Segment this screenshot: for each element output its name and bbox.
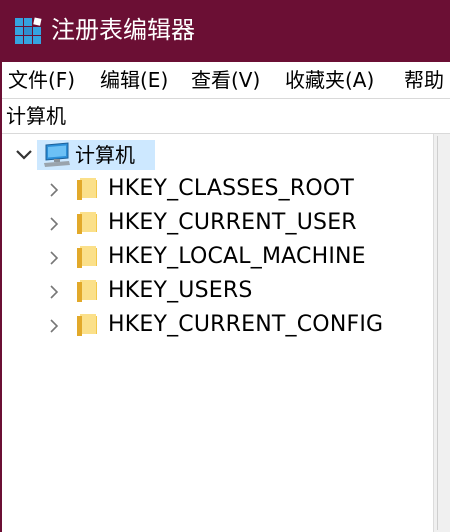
tree-item-label: HKEY_CURRENT_CONFIG bbox=[108, 312, 384, 337]
menu-favorites[interactable]: 收藏夹(A) bbox=[285, 65, 374, 95]
menu-file[interactable]: 文件(F) bbox=[8, 65, 75, 95]
menu-edit[interactable]: 编辑(E) bbox=[100, 65, 168, 95]
tree-item-label: HKEY_USERS bbox=[108, 278, 253, 303]
folder-icon bbox=[77, 246, 97, 268]
chevron-right-icon[interactable] bbox=[48, 284, 60, 300]
tree-item-hkey-current-config[interactable]: HKEY_CURRENT_CONFIG bbox=[2, 308, 433, 342]
window-title: 注册表编辑器 bbox=[51, 16, 195, 44]
folder-icon bbox=[77, 280, 97, 302]
regedit-icon bbox=[15, 17, 42, 44]
tree-root-computer[interactable]: 计算机 bbox=[2, 138, 433, 172]
tree-item-hkey-current-user[interactable]: HKEY_CURRENT_USER bbox=[2, 206, 433, 240]
title-bar[interactable]: 注册表编辑器 bbox=[0, 0, 450, 62]
chevron-right-icon[interactable] bbox=[48, 216, 60, 232]
tree-item-label: HKEY_LOCAL_MACHINE bbox=[108, 244, 366, 269]
chevron-right-icon[interactable] bbox=[48, 250, 60, 266]
folder-icon bbox=[77, 314, 97, 336]
folder-icon bbox=[77, 178, 97, 200]
folder-icon bbox=[77, 212, 97, 234]
computer-icon bbox=[44, 142, 70, 167]
address-bar[interactable]: 计算机 bbox=[2, 98, 450, 134]
vertical-scrollbar[interactable] bbox=[433, 134, 450, 532]
menu-help[interactable]: 帮助 bbox=[404, 65, 444, 95]
tree-item-hkey-classes-root[interactable]: HKEY_CLASSES_ROOT bbox=[2, 172, 433, 206]
menu-view[interactable]: 查看(V) bbox=[191, 65, 260, 95]
scrollbar-thumb[interactable] bbox=[437, 136, 447, 530]
registry-tree: 计算机 HKEY_CLASSES_ROOT HKEY_CURRENT_USER bbox=[2, 134, 433, 532]
menu-bar: 文件(F) 编辑(E) 查看(V) 收藏夹(A) 帮助 bbox=[2, 62, 450, 98]
tree-item-label: HKEY_CURRENT_USER bbox=[108, 210, 357, 235]
chevron-right-icon[interactable] bbox=[48, 182, 60, 198]
chevron-down-icon[interactable] bbox=[14, 148, 34, 162]
tree-item-hkey-local-machine[interactable]: HKEY_LOCAL_MACHINE bbox=[2, 240, 433, 274]
address-path[interactable]: 计算机 bbox=[6, 102, 66, 130]
tree-item-hkey-users[interactable]: HKEY_USERS bbox=[2, 274, 433, 308]
tree-root-label: 计算机 bbox=[75, 143, 135, 167]
tree-item-label: HKEY_CLASSES_ROOT bbox=[108, 176, 355, 201]
chevron-right-icon[interactable] bbox=[48, 318, 60, 334]
